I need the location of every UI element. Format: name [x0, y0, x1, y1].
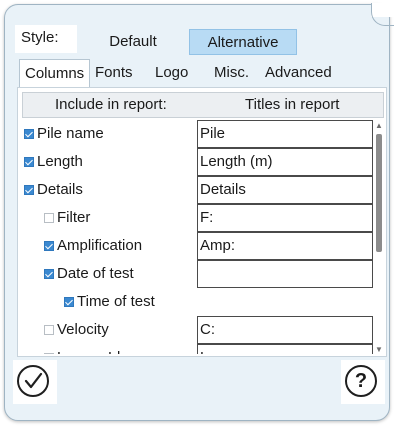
column-label: Time of test [77, 293, 155, 310]
tab-advanced[interactable]: Advanced [265, 59, 332, 87]
title-field[interactable]: Amp: [197, 232, 373, 260]
style-default-option[interactable]: Default [95, 29, 171, 55]
caret-down-icon[interactable]: ▼ [374, 346, 384, 354]
column-row: Date of test [18, 260, 374, 288]
include-checkbox[interactable] [24, 185, 34, 195]
column-label: Filter [57, 209, 91, 226]
title-field[interactable]: C: [197, 316, 373, 344]
tab-misc[interactable]: Misc. [214, 59, 249, 87]
column-rows: Pile name Pile Length Length (m) Details Deta… [18, 88, 374, 354]
title-field[interactable]: F: [197, 204, 373, 232]
ok-button[interactable] [17, 365, 49, 397]
column-label: Length [37, 153, 83, 170]
include-checkbox[interactable] [44, 213, 54, 223]
include-checkbox[interactable] [24, 129, 34, 139]
style-label: Style: [15, 25, 77, 53]
tab-fonts[interactable]: Fonts [95, 59, 133, 87]
column-row: Filter F: [18, 204, 374, 232]
style-alternative-option[interactable]: Alternative [189, 29, 297, 55]
column-row: Logger Id Logger [18, 344, 374, 354]
title-field[interactable] [197, 260, 373, 288]
column-label: Velocity [57, 321, 109, 338]
title-field[interactable]: Length (m) [197, 148, 373, 176]
column-row: Velocity C: [18, 316, 374, 344]
include-checkbox[interactable] [44, 269, 54, 279]
include-checkbox[interactable] [44, 353, 54, 354]
title-field[interactable]: Logger [197, 344, 373, 354]
include-checkbox[interactable] [64, 297, 74, 307]
caret-up-icon[interactable]: ▲ [374, 122, 384, 130]
question-circle-icon: ? [354, 370, 368, 392]
popup-notch [371, 3, 397, 26]
help-button[interactable]: ? [345, 365, 377, 397]
tab-columns[interactable]: Columns [19, 59, 91, 88]
include-checkbox[interactable] [44, 241, 54, 251]
column-label: Logger Id [57, 349, 120, 354]
column-label: Amplification [57, 237, 143, 254]
scrollbar-thumb[interactable] [376, 134, 382, 252]
column-row: Pile name Pile [18, 120, 374, 148]
column-row: Length Length (m) [18, 148, 374, 176]
include-checkbox[interactable] [44, 325, 54, 335]
tab-logo[interactable]: Logo [155, 59, 188, 87]
report-settings-popup: Style: Default Alternative Columns Fonts… [4, 3, 397, 421]
column-row: Time of test [18, 288, 374, 316]
include-checkbox[interactable] [24, 157, 34, 167]
column-label: Date of test [57, 265, 134, 282]
title-field[interactable]: Details [197, 176, 373, 204]
column-label: Details [37, 181, 83, 198]
column-row: Amplification Amp: [18, 232, 374, 260]
checkmark-circle-icon [24, 372, 43, 389]
vertical-scrollbar[interactable]: ▲ ▼ [374, 122, 384, 354]
column-label: Pile name [37, 125, 104, 142]
column-row: Details Details [18, 176, 374, 204]
columns-panel: Include in report: Titles in report Pile… [17, 87, 387, 357]
title-field[interactable]: Pile [197, 120, 373, 148]
